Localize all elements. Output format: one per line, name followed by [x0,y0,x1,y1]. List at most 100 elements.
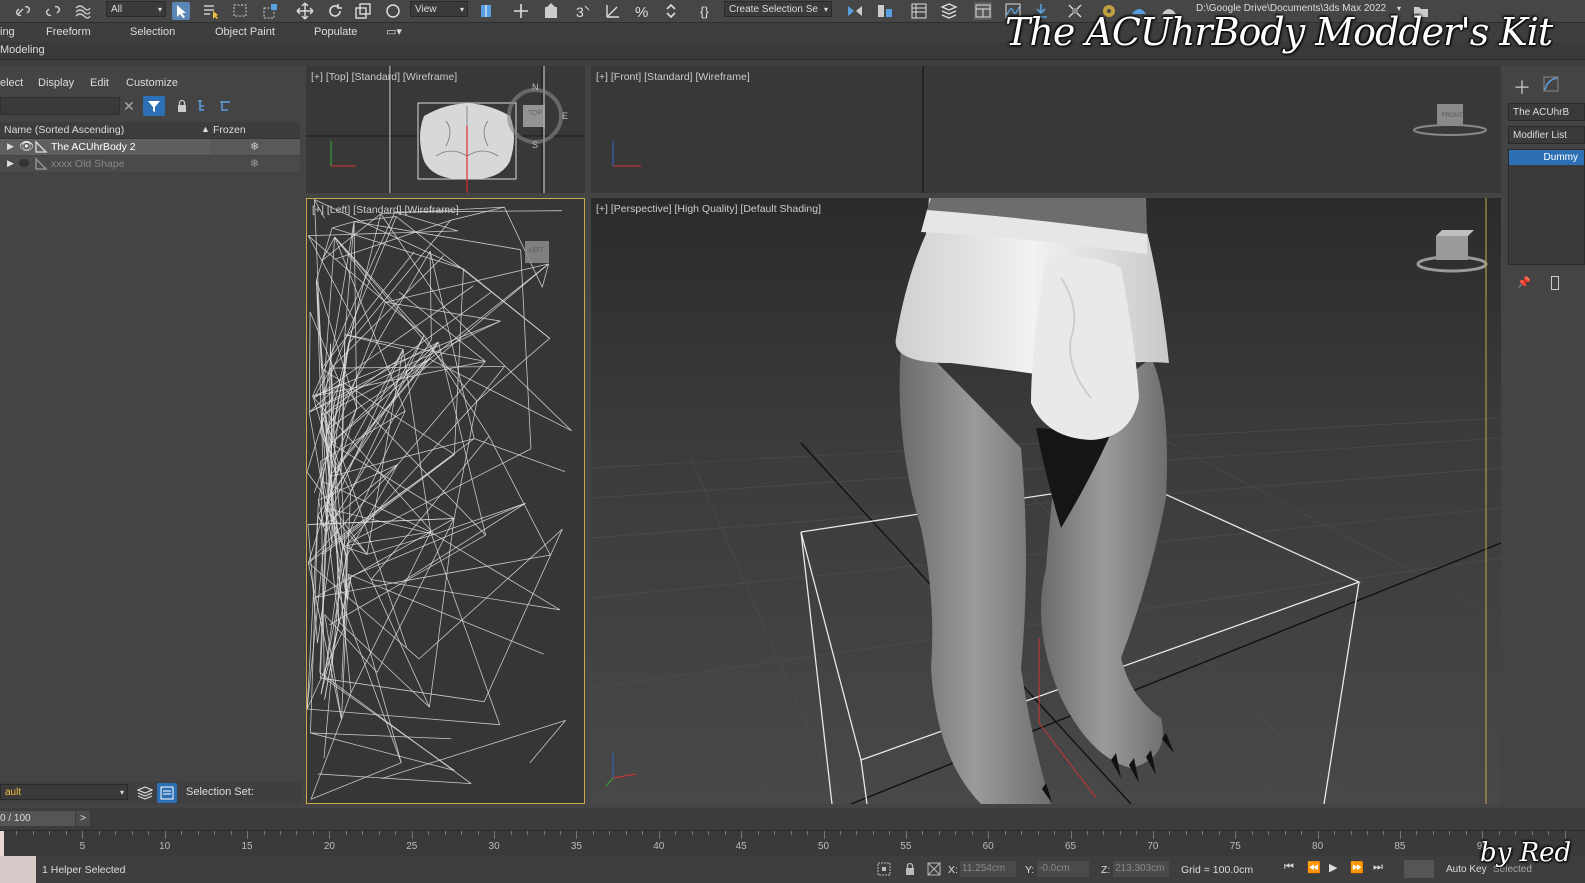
explorer-menu-select[interactable]: elect [0,77,23,89]
pivot-center-icon[interactable] [478,2,496,20]
hierarchy-icon[interactable] [196,99,210,113]
scale-icon[interactable] [354,2,372,20]
track-bar-tick [1449,831,1451,835]
reference-coordinate-dropdown[interactable]: View ▾ [410,1,468,17]
selection-lock-icon[interactable] [904,862,916,876]
ribbon-options-icon[interactable]: ▭▾ [386,25,402,38]
viewport-left-label[interactable]: [+] [Left] [Standard] [Wireframe] [312,204,459,216]
time-slider[interactable]: 0 / 100 [0,811,75,826]
tab-modeling[interactable]: ing [0,26,15,38]
absolute-mode-icon[interactable] [926,861,942,877]
layers-icon[interactable] [136,785,154,801]
percent-snap-icon[interactable]: % [634,2,652,20]
lock-icon[interactable] [176,99,188,113]
window-crossing-icon[interactable] [262,2,280,20]
select-object-icon[interactable] [172,2,190,20]
link-icon[interactable] [14,2,32,20]
align-icon[interactable] [876,2,894,20]
go-to-start-icon[interactable]: ⏮ [1284,861,1294,874]
track-bar-tick [839,831,841,835]
filter-icon[interactable] [143,96,165,116]
viewcube-front-face[interactable]: FRONT [1442,113,1463,119]
viewport-top[interactable]: [+] [Top] [Standard] [Wireframe] TOP N E… [306,66,585,193]
viewcube-left-face[interactable]: LEFT [529,248,544,254]
modify-panel-icon[interactable] [1543,76,1559,92]
track-bar-tick [16,831,18,835]
expand-arrow-icon[interactable]: ▶ [7,158,14,169]
viewport-left[interactable]: [+] [Left] [Standard] [Wireframe] LEFT [306,198,585,804]
y-coordinate-field[interactable]: -0.0cm [1037,861,1089,877]
track-bar-label: 20 [323,841,335,852]
toggle-ribbon-icon[interactable] [974,2,992,20]
x-coordinate-field[interactable]: 11.254cm [960,861,1016,877]
rotate-icon[interactable] [326,2,344,20]
key-mode-toggle[interactable] [1404,860,1434,878]
explorer-menu-edit[interactable]: Edit [90,77,109,89]
spinner-snap-icon[interactable] [662,2,680,20]
scene-explorer-icon[interactable] [910,2,928,20]
select-manipulate-icon[interactable] [512,2,530,20]
viewcube-top-face[interactable]: TOP [528,110,542,117]
eye-icon[interactable]: 👁 [19,139,34,153]
rectangular-selection-icon[interactable] [232,2,250,20]
snowflake-icon[interactable]: ❄ [250,157,259,170]
expand-arrow-icon[interactable]: ▶ [7,141,14,152]
track-bar[interactable]: 5 10 15 20 25 30 35 40 45 50 55 60 65 70 75 80 85 90 [0,830,1585,856]
explorer-search-input[interactable] [0,97,120,115]
snowflake-icon[interactable]: ❄ [250,140,259,153]
track-bar-tick [1152,831,1154,839]
edit-named-selection-icon[interactable]: {} [698,2,716,20]
clear-search-icon[interactable]: ✕ [123,98,137,114]
explorer-menu-display[interactable]: Display [38,77,74,89]
object-name-field[interactable]: The ACUhrB [1508,103,1585,121]
modifier-stack-item[interactable]: Dummy [1509,150,1584,165]
layer-hierarchy-icon[interactable] [218,99,232,113]
viewport-front[interactable]: [+] [Front] [Standard] [Wireframe] FRONT [591,66,1501,193]
hidden-eye-icon[interactable] [19,159,29,167]
previous-frame-icon[interactable]: ⏪ [1307,861,1321,874]
place-icon[interactable] [384,2,402,20]
viewport-perspective-label[interactable]: [+] [Perspective] [High Quality] [Defaul… [596,203,821,215]
layer-dropdown[interactable]: ault ▾ [0,784,128,800]
create-panel-icon[interactable]: ＋ [1513,74,1531,100]
pin-stack-icon[interactable]: 📌 [1517,276,1531,289]
bind-space-warp-icon[interactable] [74,2,92,20]
explorer-menu-customize[interactable]: Customize [126,77,178,89]
table-row[interactable]: ▶ 👁 The ACUhrBody 2 ❄ [0,139,300,155]
maxscript-listener[interactable] [0,856,36,883]
tab-freeform[interactable]: Freeform [46,26,91,38]
go-to-end-icon[interactable]: ⏭ [1373,861,1383,874]
track-bar-tick [889,831,891,835]
angle-snap-icon[interactable] [604,2,622,20]
viewport-perspective[interactable]: [+] [Perspective] [High Quality] [Defaul… [591,198,1501,804]
current-frame-marker[interactable] [0,831,4,856]
keyboard-shortcut-icon[interactable] [542,2,560,20]
unlink-icon[interactable] [44,2,62,20]
layer-explorer-icon[interactable] [940,2,958,20]
named-selection-set-dropdown[interactable]: Create Selection Se ▾ [724,1,832,17]
ribbon-subtab-modeling[interactable]: Modeling [0,44,45,56]
snaps-toggle-icon[interactable]: 3 [574,2,592,20]
tab-selection[interactable]: Selection [130,26,175,38]
tab-object-paint[interactable]: Object Paint [215,26,275,38]
next-frame-icon[interactable]: ⏩ [1350,861,1364,874]
selection-set-icon[interactable] [157,783,177,803]
track-bar-tick [1498,831,1500,835]
modifier-list-dropdown[interactable]: Modifier List [1508,126,1585,144]
table-row[interactable]: ▶ xxxx Old Shape ❄ [0,156,300,172]
column-name[interactable]: Name (Sorted Ascending) [4,124,124,136]
select-by-name-icon[interactable] [202,2,220,20]
mirror-icon[interactable] [846,2,864,20]
track-bar-tick [592,831,594,835]
selection-filter-dropdown[interactable]: All ▾ [106,1,166,17]
viewport-top-label[interactable]: [+] [Top] [Standard] [Wireframe] [311,71,457,83]
viewport-front-label[interactable]: [+] [Front] [Standard] [Wireframe] [596,71,750,83]
show-end-result-icon[interactable] [1551,276,1559,290]
next-frame-button[interactable]: > [76,811,90,826]
column-frozen[interactable]: Frozen [213,124,246,136]
tab-populate[interactable]: Populate [314,26,357,38]
isolate-selection-icon[interactable] [877,862,891,876]
play-icon[interactable]: ▶ [1329,861,1337,874]
z-coordinate-field[interactable]: 213.303cm [1113,861,1169,877]
move-icon[interactable] [296,2,314,20]
